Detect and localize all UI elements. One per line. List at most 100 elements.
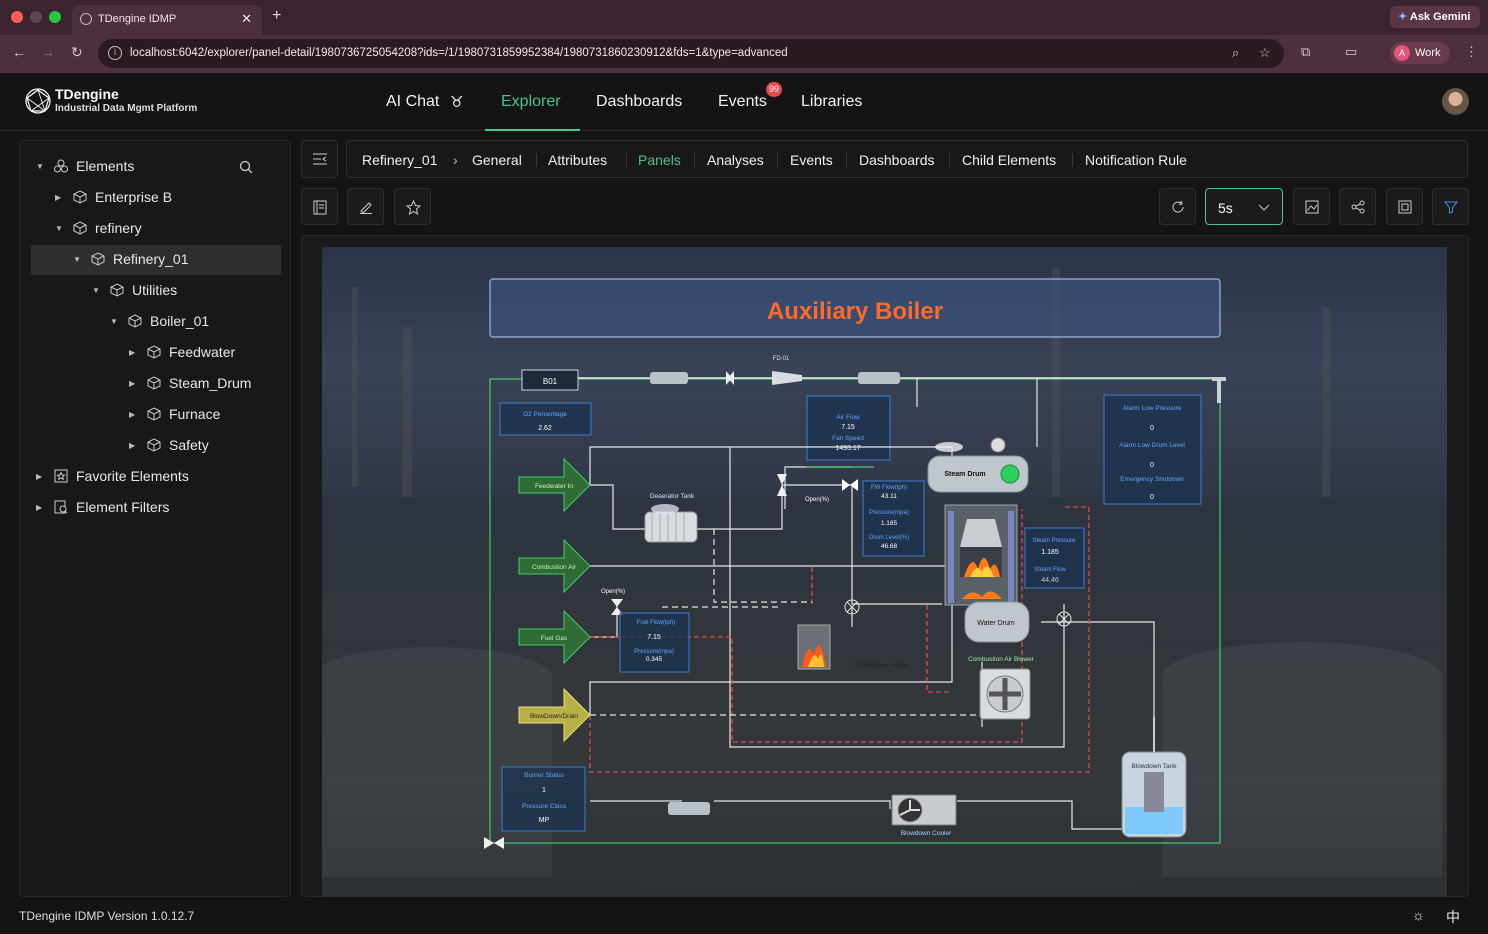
silencer-1 [650,372,688,384]
tree-item-furnace[interactable]: ▶ Furnace [129,400,220,428]
pressure-class-value: MP [539,817,550,824]
new-tab-icon[interactable]: + [272,7,281,25]
tab-analyses[interactable]: Analyses [707,152,764,168]
alarm-low-drum-level-value: 0 [1150,462,1154,469]
refresh-button[interactable] [1159,188,1196,225]
url-text[interactable]: localhost:6042/explorer/panel-detail/198… [130,47,788,59]
cube-icon [147,376,161,390]
caret-down-icon[interactable]: ▼ [92,286,102,295]
tree-item-safety[interactable]: ▶ Safety [129,431,209,459]
panel-list-button[interactable] [301,188,338,225]
favorite-icon [54,469,68,483]
browser-tab[interactable]: TDengine IDMP ✕ [72,5,262,35]
tree-item-enterprise-b[interactable]: ▶ Enterprise B [55,183,172,211]
caret-down-icon[interactable]: ▼ [110,317,120,326]
tab-general[interactable]: General [472,152,522,168]
language-switch[interactable]: 中 [1446,907,1460,927]
site-info-icon[interactable]: i [108,46,122,60]
fuel-flow-label: Fuel Flow(tph) [637,620,675,626]
fw-pressure-value: 1.185 [881,520,898,527]
theme-sun-icon[interactable]: ☼ [1412,907,1425,923]
collapse-sidebar-button[interactable] [301,140,338,178]
tree-item-feedwater[interactable]: ▶ Feedwater [129,338,235,366]
share-button[interactable] [1339,188,1376,225]
browser-tab-strip: TDengine IDMP ✕ + ✦ Ask Gemini [0,0,1488,35]
minimize-window-button[interactable] [30,11,42,23]
breadcrumb-root[interactable]: Refinery_01 [362,152,438,168]
profile-chip[interactable]: A Work [1390,42,1450,64]
caret-right-icon[interactable]: ▶ [36,503,46,512]
close-window-button[interactable] [11,11,23,23]
tab-attributes[interactable]: Attributes [548,152,607,168]
combustion-heater-label: Combustion Heater [854,662,911,669]
snapshot-button[interactable] [1293,188,1330,225]
tab-dashboards[interactable]: Dashboards [859,152,935,168]
divider [536,153,537,167]
reload-icon[interactable]: ↻ [71,44,83,61]
tree-item-element-filters[interactable]: ▶ Element Filters [36,493,169,521]
fw-flow-value: 43.11 [881,493,897,500]
tree-item-label: Elements [76,158,135,174]
filter-icon [54,500,68,514]
tree-item-favorite-elements[interactable]: ▶ Favorite Elements [36,462,189,490]
zoom-window-button[interactable] [49,11,61,23]
steam-drum-icon [927,437,1029,493]
caret-right-icon[interactable]: ▶ [36,472,46,481]
nav-libraries[interactable]: Libraries [801,93,862,111]
refresh-icon [1172,200,1184,213]
tree-item-elements[interactable]: ▼ Elements [36,152,134,180]
app-header: TDengine Industrial Data Mgmt Platform A… [0,73,1488,131]
menu-kebab-icon[interactable]: ⋮ [1465,44,1478,60]
edit-panel-button[interactable] [347,188,384,225]
boiler-diagram: Auxiliary Boiler B01 FD-01 O2 Percentage… [322,267,1447,897]
tree-item-boiler-01[interactable]: ▼ Boiler_01 [110,307,209,335]
caret-down-icon[interactable]: ▼ [55,224,65,233]
caret-right-icon[interactable]: ▶ [129,348,139,357]
back-icon[interactable]: ← [12,44,26,60]
caret-right-icon[interactable]: ▶ [129,410,139,419]
combustion-air-blower-icon [979,668,1031,720]
caret-down-icon[interactable]: ▼ [73,255,83,264]
filter-button[interactable] [1432,188,1469,225]
cube-icon [147,438,161,452]
divider [626,153,627,167]
caret-down-icon[interactable]: ▼ [36,162,46,171]
fullscreen-button[interactable] [1386,188,1423,225]
profile-avatar: A [1394,45,1410,61]
tab-child-elements[interactable]: Child Elements [962,152,1056,168]
caret-right-icon[interactable]: ▶ [55,193,65,202]
sidepanel-icon[interactable]: ▭ [1345,44,1357,60]
water-drum-label: Water Drum [977,620,1015,627]
zoom-icon[interactable]: ⌕ [1232,45,1239,61]
refresh-interval-select[interactable]: 5s [1205,188,1283,225]
forward-icon[interactable]: → [41,44,55,60]
tab-panels[interactable]: Panels [638,152,681,168]
tab-events[interactable]: Events [790,152,833,168]
tree-item-utilities[interactable]: ▼ Utilities [92,276,177,304]
ask-gemini-button[interactable]: ✦ Ask Gemini [1390,6,1480,28]
valve-icon [842,479,850,491]
nav-events[interactable]: Events [718,93,767,111]
combustion-air-label: Combustion Air [532,564,577,571]
nav-dashboards[interactable]: Dashboards [596,93,682,111]
search-icon[interactable] [239,160,253,174]
vent-icon [1212,377,1226,403]
extensions-icon[interactable]: ⧉ [1301,44,1310,60]
tree-item-label: Utilities [132,282,178,298]
bookmark-star-icon[interactable]: ☆ [1259,45,1271,61]
caret-right-icon[interactable]: ▶ [129,441,139,450]
tab-notification-rule[interactable]: Notification Rule [1085,152,1187,168]
divider [949,153,950,167]
close-tab-icon[interactable]: ✕ [241,11,252,27]
nav-explorer[interactable]: Explorer [501,93,561,111]
address-bar[interactable]: i localhost:6042/explorer/panel-detail/1… [98,39,1284,68]
events-count-badge: 99 [766,82,783,97]
caret-right-icon[interactable]: ▶ [129,379,139,388]
divider [846,153,847,167]
user-avatar[interactable] [1442,88,1469,115]
tree-item-refinery[interactable]: ▼ refinery [55,214,142,242]
tree-item-steam-drum[interactable]: ▶ Steam_Drum [129,369,251,397]
tree-item-refinery-01[interactable]: ▼ Refinery_01 [73,245,189,273]
nav-ai-chat[interactable]: AI Chat [386,93,439,111]
favorite-panel-button[interactable] [394,188,431,225]
